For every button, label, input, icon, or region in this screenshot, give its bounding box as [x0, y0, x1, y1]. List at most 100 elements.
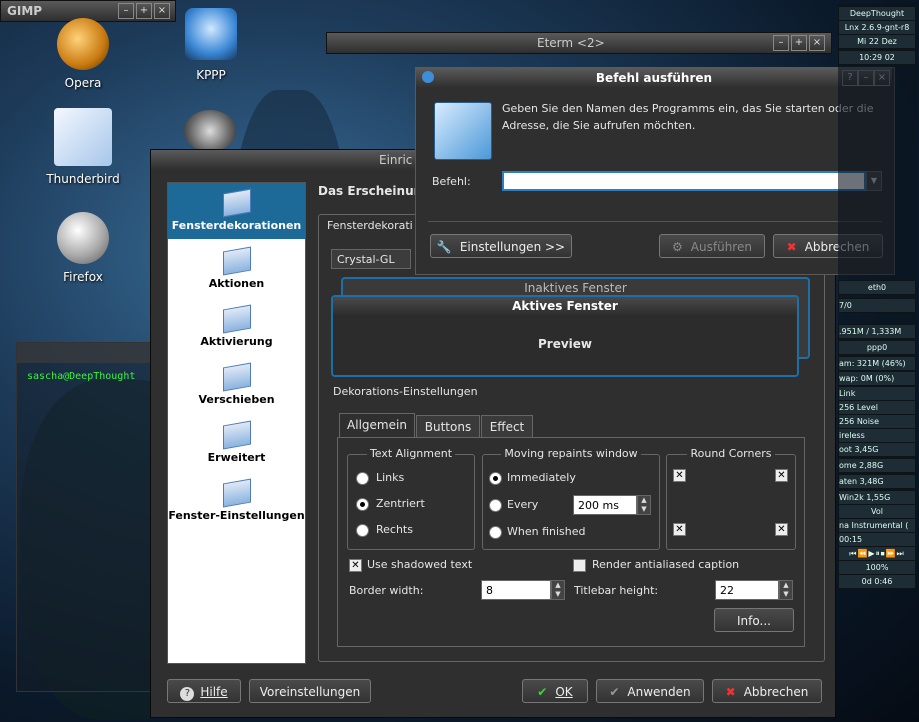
ok-button[interactable]: ✔ OK	[522, 679, 588, 703]
monitor-mem: .951M / 1,333M	[838, 324, 916, 339]
nav-item-label: Aktionen	[208, 277, 265, 290]
nav-item-aktivierung[interactable]: Aktivierung	[168, 299, 305, 355]
command-input[interactable]	[502, 171, 866, 191]
monitor-track: na Instrumental (	[838, 518, 916, 533]
radio-immediately[interactable]	[489, 472, 502, 485]
minimize-icon[interactable]: –	[773, 35, 789, 51]
nav-item-aktionen[interactable]: Aktionen	[168, 241, 305, 297]
wrench-icon: 🔧	[436, 240, 452, 254]
terminal-window[interactable]: sascha@DeepThought	[16, 342, 163, 692]
tab-label: Buttons	[424, 420, 472, 434]
tab-label: Allgemein	[347, 418, 407, 432]
monitor-time: 10:29 02	[838, 50, 916, 65]
terminal-titlebar[interactable]	[17, 343, 162, 363]
border-width-field[interactable]: 8	[481, 580, 551, 600]
theme-select[interactable]: Crystal-GL	[331, 249, 411, 269]
radio-zentriert[interactable]	[356, 498, 369, 511]
media-controls[interactable]: ⏮⏪▶⏸⏹⏩⏭	[838, 546, 916, 561]
preview-active-title: Aktives Fenster	[512, 299, 618, 313]
desktop-icon-thunderbird[interactable]: Thunderbird	[38, 108, 128, 186]
spin-down-icon[interactable]: ▼	[780, 590, 792, 599]
apply-button[interactable]: ✔ Anwenden	[596, 679, 704, 703]
help-button[interactable]: ? Hilfe	[167, 679, 241, 703]
maximize-icon[interactable]: +	[791, 35, 807, 51]
radio-immediately-label: Immediately	[507, 471, 576, 484]
run-dialog-icon	[434, 102, 492, 160]
radio-rechts-label: Rechts	[376, 523, 413, 536]
border-width-spinner[interactable]: ▲ ▼	[551, 580, 565, 600]
desktop-icon-label: Thunderbird	[46, 172, 120, 186]
titlebar-height-spinner[interactable]: ▲ ▼	[779, 580, 793, 600]
group-title: Moving repaints window	[501, 447, 641, 460]
spin-up-icon[interactable]: ▲	[552, 581, 564, 590]
shadowed-text-checkbox[interactable]: ✕	[349, 559, 362, 572]
nav-item-erweitert[interactable]: Erweitert	[168, 415, 305, 471]
radio-rechts[interactable]	[356, 524, 369, 537]
desktop-icon-opera[interactable]: Opera	[38, 18, 128, 90]
gimp-title: GIMP	[7, 4, 43, 18]
cancel-button[interactable]: ✖ Abbrechen	[712, 679, 822, 703]
radio-every[interactable]	[489, 499, 502, 512]
minimize-icon[interactable]: –	[118, 3, 134, 19]
corner-top-right-checkbox[interactable]: ✕	[775, 469, 788, 482]
maximize-icon[interactable]: +	[136, 3, 152, 19]
radio-when-finished[interactable]	[489, 526, 502, 539]
spin-down-icon[interactable]: ▼	[638, 505, 650, 514]
spin-up-icon[interactable]: ▲	[638, 496, 650, 505]
spin-up-icon[interactable]: ▲	[780, 581, 792, 590]
nav-item-label: Aktivierung	[200, 335, 273, 348]
monitor-fs1: oot 3,45G	[838, 442, 916, 457]
monitor-vol[interactable]: Vol	[838, 504, 916, 519]
nav-item-label: Fenster-Einstellungen	[168, 509, 305, 522]
desktop-icon-firefox[interactable]: Firefox	[38, 212, 128, 284]
antialiased-caption-label: Render antialiased caption	[592, 558, 740, 571]
media-icon[interactable]	[184, 110, 236, 152]
time-sec: 02	[884, 53, 895, 62]
radio-links[interactable]	[356, 472, 369, 485]
monitor-net: 7/0	[838, 298, 916, 313]
preview-label: Preview	[537, 337, 592, 351]
monitor-fs3: aten 3,48G	[838, 474, 916, 489]
window-activation-icon	[222, 304, 251, 334]
system-monitor: DeepThought Lnx 2.6.9-gnt-r8 Mi 22 Dez 1…	[838, 4, 918, 590]
close-icon[interactable]: ×	[809, 35, 825, 51]
info-button[interactable]: Info...	[714, 608, 794, 632]
round-corners-group: Round Corners ✕ ✕ ✕ ✕	[666, 447, 796, 550]
terminal-prompt: sascha@DeepThought	[27, 371, 136, 382]
spin-down-icon[interactable]: ▼	[552, 590, 564, 599]
divider	[428, 221, 882, 222]
nav-item-label: Erweitert	[207, 451, 266, 464]
date-num: 22	[868, 37, 880, 46]
execute-button[interactable]: ⚙ Ausführen	[659, 234, 765, 258]
firefox-icon	[57, 212, 109, 264]
tab-buttons[interactable]: Buttons	[416, 415, 480, 437]
run-settings-button[interactable]: 🔧 Einstellungen >>	[430, 234, 572, 258]
corner-bottom-left-checkbox[interactable]: ✕	[673, 523, 686, 536]
shadowed-text-label: Use shadowed text	[367, 558, 473, 571]
corner-bottom-right-checkbox[interactable]: ✕	[775, 523, 788, 536]
gear-icon: ⚙	[672, 240, 683, 254]
defaults-button[interactable]: Voreinstellungen	[249, 679, 371, 703]
window-decoration-icon	[222, 188, 251, 218]
corner-top-left-checkbox[interactable]: ✕	[673, 469, 686, 482]
settings-sidebar: Fensterdekorationen Aktionen Aktivierung…	[167, 182, 306, 664]
monitor-host: DeepThought	[838, 6, 916, 21]
defaults-button-label: Voreinstellungen	[259, 685, 361, 699]
tab-effect[interactable]: Effect	[481, 415, 533, 437]
run-dialog-titlebar[interactable]: Befehl ausführen ? – ×	[416, 68, 892, 88]
monitor-date: Mi 22 Dez	[838, 34, 916, 49]
nav-item-verschieben[interactable]: Verschieben	[168, 357, 305, 413]
desktop-icon-label: Opera	[64, 76, 102, 90]
eterm-titlebar[interactable]: Eterm <2> – + ×	[326, 32, 832, 54]
titlebar-height-field[interactable]: 22	[715, 580, 779, 600]
desktop-icon-kppp[interactable]: KPPP	[166, 8, 256, 82]
every-interval-spinner[interactable]: ▲ ▼	[637, 495, 651, 515]
antialiased-caption-checkbox[interactable]	[573, 559, 586, 572]
radio-links-label: Links	[376, 471, 405, 484]
nav-item-fensterdekorationen[interactable]: Fensterdekorationen	[168, 183, 305, 239]
every-interval-field[interactable]: 200 ms	[573, 495, 637, 515]
tab-allgemein[interactable]: Allgemein	[339, 413, 415, 437]
opera-icon	[57, 18, 109, 70]
nav-item-fenster-einstellungen[interactable]: Fenster-Einstellungen	[168, 473, 305, 529]
monitor-fs2: ome 2,88G	[838, 458, 916, 473]
